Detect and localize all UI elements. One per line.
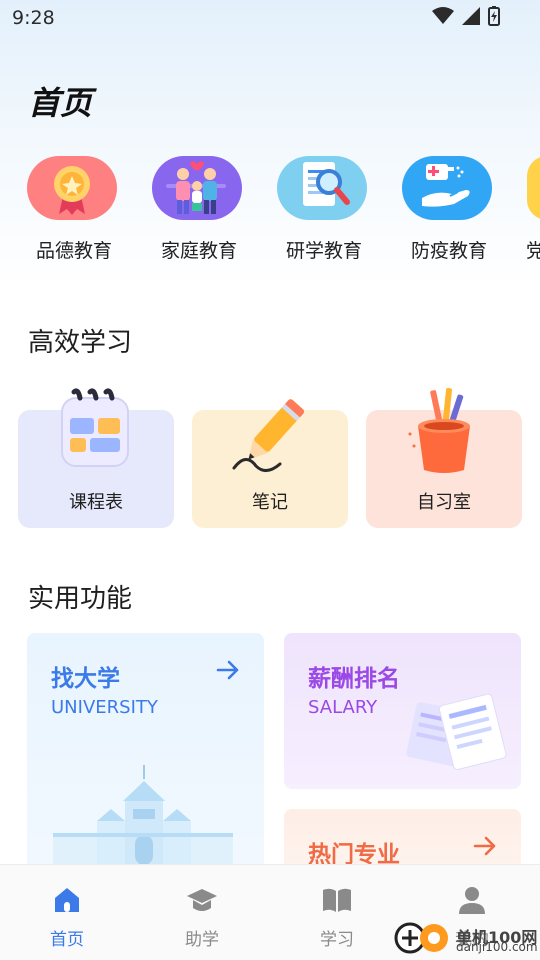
notes-card[interactable]: 笔记	[192, 399, 348, 528]
notes-label: 笔记	[252, 492, 288, 513]
pencil-icon	[232, 399, 305, 472]
documents-icon	[406, 693, 507, 770]
category-label: 家庭教育	[160, 240, 237, 262]
magnifier-document-icon	[303, 162, 350, 206]
tab-home[interactable]: 首页	[27, 885, 107, 950]
category-label: 防疫教育	[410, 240, 487, 262]
home-icon	[55, 888, 79, 912]
salary-ranking-card[interactable]: 薪酬排名 SALARY	[284, 633, 521, 789]
category-family[interactable]: 家庭教育	[151, 156, 247, 263]
tab-study[interactable]: 学习	[297, 885, 377, 950]
category-label: 研学教育	[285, 240, 362, 262]
salary-ranking-title: 薪酬排名	[308, 666, 400, 692]
medal-icon	[54, 166, 90, 215]
tab-home-label: 首页	[50, 930, 84, 950]
category-label: 党	[526, 240, 540, 262]
study-room-label: 自习室	[417, 492, 471, 513]
watermark-url: danji100.com	[456, 940, 538, 954]
find-university-subtitle: UNIVERSITY	[51, 697, 158, 718]
category-moral-pill	[27, 156, 117, 220]
calendar-icon	[61, 388, 129, 467]
study-section-title: 高效学习	[28, 328, 133, 358]
status-time: 9:28	[12, 7, 55, 29]
category-party[interactable]: 党	[526, 156, 540, 263]
wifi-icon	[432, 7, 454, 24]
salary-ranking-subtitle: SALARY	[308, 697, 378, 718]
person-icon	[459, 887, 485, 914]
pen-holder-icon	[408, 387, 470, 473]
timetable-label: 课程表	[69, 492, 123, 513]
sanitizer-hand-icon	[422, 164, 470, 207]
watermark-logo-icon	[394, 922, 448, 954]
category-study-tour[interactable]: 研学教育	[276, 156, 372, 263]
status-icons	[432, 6, 500, 26]
category-label: 品德教育	[35, 240, 112, 262]
features-section-title: 实用功能	[28, 584, 133, 614]
category-epidemic-pill	[402, 156, 492, 220]
study-room-card[interactable]: 自习室	[366, 387, 522, 528]
status-bar: 9:28	[0, 0, 540, 36]
category-family-pill	[152, 156, 242, 220]
category-study-tour-pill	[277, 156, 367, 220]
tab-study-label: 学习	[320, 930, 354, 950]
arrow-right-icon[interactable]	[215, 657, 241, 683]
page-title: 首页	[28, 84, 93, 122]
family-icon	[166, 161, 226, 214]
find-university-card[interactable]: 找大学 UNIVERSITY	[27, 633, 264, 893]
graduation-cap-icon	[187, 889, 217, 911]
category-party-pill	[527, 156, 540, 220]
arrow-right-icon[interactable]	[472, 833, 498, 859]
tab-assist-label: 助学	[185, 930, 219, 950]
timetable-card[interactable]: 课程表	[18, 388, 174, 528]
category-epidemic[interactable]: 防疫教育	[401, 156, 497, 263]
book-icon	[323, 888, 351, 912]
university-building-icon	[53, 765, 233, 865]
category-row: 品德教育 家庭教育 研学教育 防疫教育 党	[26, 156, 540, 266]
category-moral[interactable]: 品德教育	[26, 156, 122, 263]
tab-assist[interactable]: 助学	[162, 885, 242, 950]
signal-icon	[462, 7, 480, 25]
find-university-title: 找大学	[51, 666, 120, 692]
battery-icon	[488, 6, 500, 26]
